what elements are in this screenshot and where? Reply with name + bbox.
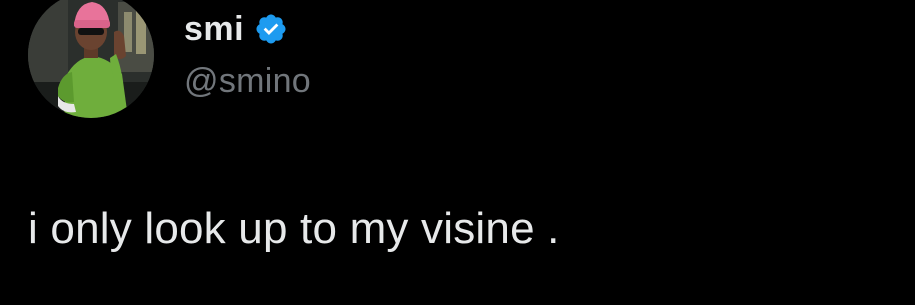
tweet-card: smi @smino i only look up to my visine .	[0, 0, 915, 305]
author-handle[interactable]: @smino	[184, 62, 311, 101]
verified-badge-icon	[254, 12, 288, 46]
author-name-row: smi	[184, 4, 288, 54]
avatar-image	[28, 0, 154, 118]
author-display-name[interactable]: smi	[184, 10, 244, 49]
author-avatar[interactable]	[28, 0, 154, 118]
tweet-text: i only look up to my visine .	[28, 204, 560, 253]
